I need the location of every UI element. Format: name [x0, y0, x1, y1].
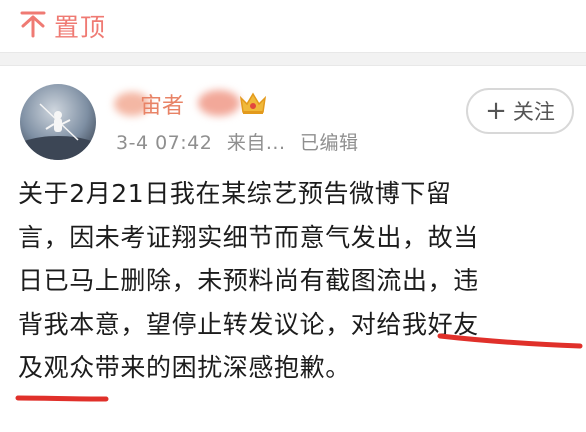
red-underline-annotation	[15, 395, 109, 402]
post-body: 关于2月21日我在某综艺预告微博下留 言，因未考证翔实细节而意气发出，故当 日已…	[18, 172, 578, 390]
plus-icon: +	[485, 96, 507, 126]
crown-icon	[239, 92, 267, 114]
post-line: 日已马上删除，未预料尚有截图流出，违	[18, 266, 479, 295]
avatar-image	[20, 84, 96, 160]
post-line: 关于2月21日我在某综艺预告微博下留	[18, 179, 452, 208]
red-underline-annotation	[437, 333, 583, 349]
edited-label[interactable]: 已编辑	[300, 132, 359, 154]
post-line: 言，因未考证翔实细节而意气发出，故当	[18, 222, 479, 252]
pinned-bar: 置顶	[0, 0, 586, 52]
post-meta: 3-4 07:42 来自... 已编辑	[116, 128, 367, 155]
pin-top-icon	[20, 11, 46, 38]
username[interactable]: 宙者	[140, 88, 184, 120]
post-source[interactable]: 来自...	[227, 132, 286, 154]
avatar[interactable]	[20, 84, 96, 160]
pinned-label: 置顶	[54, 13, 107, 42]
section-divider	[0, 52, 586, 66]
follow-button[interactable]: + 关注	[466, 88, 574, 134]
follow-label: 关注	[512, 100, 555, 124]
post-timestamp: 3-4 07:42	[116, 132, 213, 154]
